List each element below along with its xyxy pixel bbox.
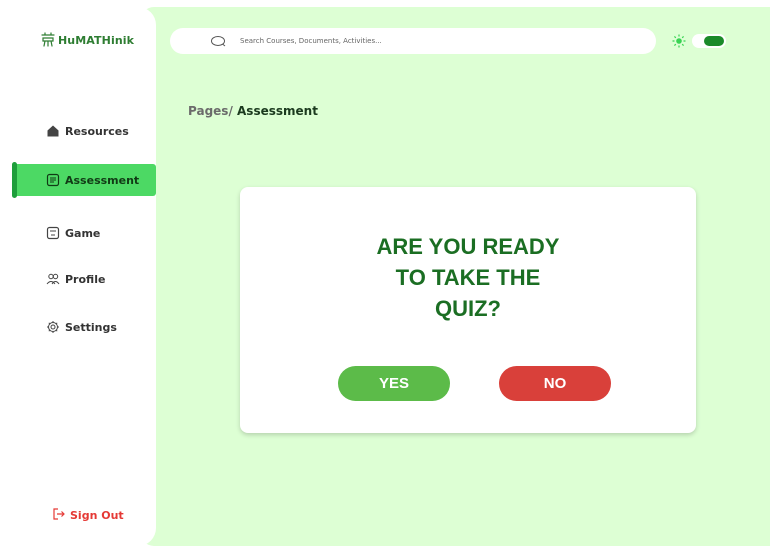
quiz-prompt-line: TO TAKE THE [395, 265, 541, 290]
breadcrumb: Pages/ Assessment [188, 104, 318, 118]
sidebar-item-profile[interactable]: Profile [12, 263, 156, 295]
sun-icon [672, 34, 686, 48]
graduation-cap-icon [40, 32, 56, 48]
home-icon [46, 124, 60, 138]
no-button[interactable]: NO [499, 366, 611, 401]
gear-icon [46, 320, 60, 334]
document-icon [46, 173, 60, 187]
sidebar-item-resources[interactable]: Resources [12, 115, 156, 147]
sidebar-item-label: Assessment [65, 173, 140, 187]
dark-mode-toggle[interactable] [692, 34, 726, 48]
quiz-prompt-line: ARE YOU READY [376, 234, 560, 259]
quiz-prompt-title: ARE YOU READY TO TAKE THE QUIZ? [240, 231, 696, 324]
users-icon [46, 272, 60, 286]
logout-icon [52, 507, 66, 524]
sign-out-label: Sign Out [70, 509, 124, 522]
sidebar-item-label: Settings [65, 320, 117, 334]
sidebar-item-label: Game [65, 226, 101, 240]
breadcrumb-parent[interactable]: Pages/ [188, 104, 233, 118]
app-logo[interactable]: HuMATHinik [40, 32, 134, 48]
search-input[interactable] [240, 37, 600, 45]
search-icon [210, 35, 226, 47]
quiz-prompt-line: QUIZ? [435, 296, 501, 321]
sidebar-item-assessment[interactable]: Assessment [12, 162, 156, 198]
sidebar-item-settings[interactable]: Settings [12, 311, 156, 343]
sidebar-item-game[interactable]: Game [12, 217, 156, 249]
logo-text: HuMATHinik [58, 33, 135, 47]
toggle-knob [704, 36, 724, 46]
quiz-prompt-card: ARE YOU READY TO TAKE THE QUIZ? YES NO [240, 187, 696, 433]
game-icon [46, 226, 60, 240]
sidebar: HuMATHinik Resources Assessment Game Pro… [0, 7, 156, 546]
breadcrumb-current: Assessment [237, 104, 318, 118]
theme-switcher [672, 34, 726, 48]
sign-out-button[interactable]: Sign Out [52, 507, 124, 524]
sidebar-item-label: Resources [65, 124, 129, 138]
sidebar-item-label: Profile [65, 272, 106, 286]
search-bar[interactable] [170, 28, 656, 54]
yes-button[interactable]: YES [338, 366, 450, 401]
app-window: HuMATHinik Resources Assessment Game Pro… [0, 0, 770, 546]
